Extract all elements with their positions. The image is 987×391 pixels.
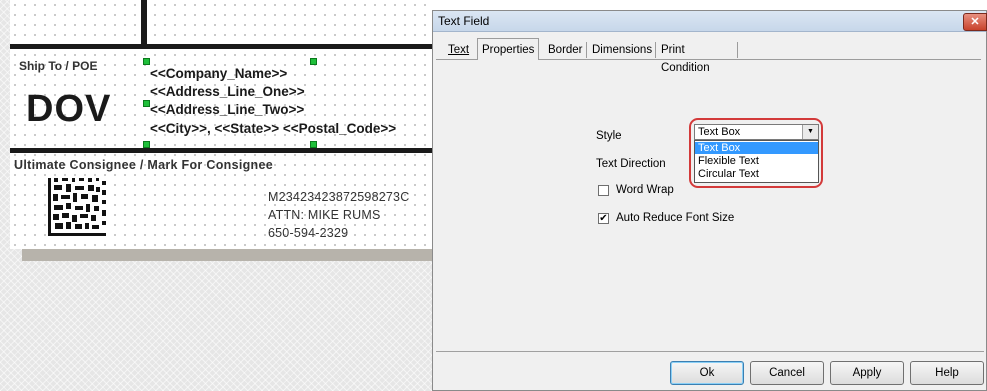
footer-separator: [436, 351, 984, 352]
label-vertical-rule: [141, 0, 147, 48]
ship-to-heading[interactable]: Ship To / POE: [19, 59, 97, 73]
resize-handle-bottom-right[interactable]: [310, 141, 317, 148]
tab-dimensions[interactable]: Dimensions: [588, 41, 656, 59]
company-name-line: <<Company_Name>>: [150, 66, 288, 81]
style-label: Style: [596, 130, 622, 142]
tab-border[interactable]: Border: [544, 41, 587, 59]
close-button[interactable]: ✕: [963, 13, 987, 31]
city-state-postal-line: <<City>>, <<State>> <<Postal_Code>>: [150, 121, 397, 136]
attention-line[interactable]: ATTN: MIKE RUMS: [268, 208, 381, 222]
address-line-two: <<Address_Line_Two>>: [150, 102, 305, 117]
tab-border-label: Border: [548, 44, 583, 56]
text-direction-label: Text Direction: [596, 158, 666, 170]
ok-button[interactable]: Ok: [670, 361, 744, 385]
word-wrap-label[interactable]: Word Wrap: [616, 184, 674, 196]
auto-reduce-checkbox[interactable]: ✔: [598, 213, 609, 224]
resize-handle-top-right[interactable]: [310, 58, 317, 65]
resize-handle-bottom-left[interactable]: [143, 141, 150, 148]
tab-properties-label: Properties: [482, 44, 535, 56]
consignee-heading[interactable]: Ultimate Consignee / Mark For Consignee: [14, 158, 273, 172]
apply-button[interactable]: Apply: [830, 361, 904, 385]
checkmark-icon: ✔: [599, 213, 608, 224]
label-design-canvas[interactable]: Ship To / POE DOV <<Company_Name>> <<Add…: [0, 0, 432, 391]
tab-separator: [655, 42, 656, 58]
address-line-one: <<Address_Line_One>>: [150, 84, 305, 99]
word-wrap-checkbox[interactable]: [598, 185, 609, 196]
auto-reduce-label[interactable]: Auto Reduce Font Size: [616, 212, 734, 224]
tab-dimensions-label: Dimensions: [592, 44, 653, 56]
annotation-highlight-outline: [689, 118, 823, 188]
text-field-dialog[interactable]: Text Field ✕ Text Properties Border Dime…: [432, 10, 987, 391]
resize-handle-top-left[interactable]: [143, 58, 150, 65]
close-icon: ✕: [970, 16, 980, 28]
tab-properties[interactable]: Properties: [477, 38, 540, 60]
label-rule-middle: [10, 148, 432, 153]
help-button[interactable]: Help: [910, 361, 984, 385]
tab-text-label: Text: [448, 44, 470, 56]
tab-separator: [737, 42, 738, 58]
dialog-titlebar[interactable]: Text Field ✕: [433, 11, 987, 32]
reference-number[interactable]: M23423423872598273C: [268, 190, 409, 204]
resize-handle-middle-left[interactable]: [143, 100, 150, 107]
data-matrix-barcode[interactable]: [48, 178, 106, 236]
properties-panel: [436, 59, 981, 352]
tab-print-condition[interactable]: Print Condition: [657, 41, 714, 74]
label-rule-top: [10, 44, 432, 49]
phone-number[interactable]: 650-594-2329: [268, 226, 348, 240]
cancel-button[interactable]: Cancel: [750, 361, 824, 385]
dialog-title: Text Field: [438, 14, 490, 28]
tab-separator: [586, 42, 587, 58]
tab-text[interactable]: Text: [444, 41, 473, 59]
label-shadow: [22, 249, 432, 261]
port-code-text[interactable]: DOV: [26, 88, 111, 131]
